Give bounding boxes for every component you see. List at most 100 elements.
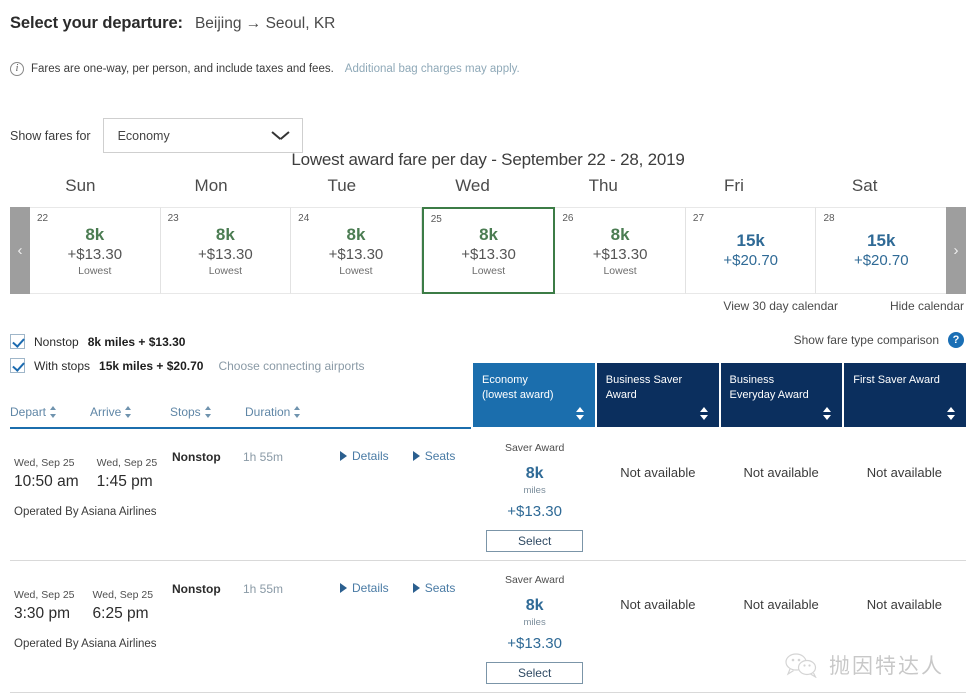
day-cash: +$13.30 — [461, 245, 516, 263]
chevron-down-icon — [273, 131, 288, 140]
cabin-select-value: Economy — [117, 128, 170, 143]
fare-column-business-saver[interactable]: Business Saver Award — [596, 363, 719, 427]
calendar-day-22[interactable]: 22 8k +$13.30 Lowest — [30, 207, 161, 294]
nonstop-checkbox[interactable] — [10, 334, 25, 349]
flight-times: Wed, Sep 25 10:50 am Wed, Sep 25 1:45 pm — [14, 456, 175, 491]
choose-connecting-airports-link[interactable]: Choose connecting airports — [218, 359, 364, 373]
calendar-cells: 22 8k +$13.30 Lowest 23 8k +$13.30 Lowes… — [30, 207, 947, 294]
select-button[interactable]: Select — [486, 530, 584, 552]
fare-column-line2: (lowest award) — [482, 388, 554, 401]
details-label: Details — [352, 449, 389, 463]
fare-comparison: Show fare type comparison ? — [794, 332, 964, 348]
sort-arrive[interactable]: Arrive — [90, 405, 170, 419]
seats-button[interactable]: Seats — [412, 449, 455, 463]
sort-icon — [204, 406, 212, 418]
calendar-day-27[interactable]: 27 15k +$20.70 — [685, 207, 817, 294]
calendar-prev-button[interactable]: ‹ — [10, 207, 30, 294]
sort-depart-label: Depart — [10, 405, 47, 419]
day-cash: +$13.30 — [328, 245, 384, 263]
filter-nonstop[interactable]: Nonstop 8k miles + $13.30 — [10, 334, 365, 349]
stop-filters: Nonstop 8k miles + $13.30 With stops 15k… — [10, 334, 365, 382]
fare-cell-business-saver: Not available — [596, 432, 719, 562]
fare-cell-business-saver: Not available — [596, 564, 719, 694]
depart-date: Wed, Sep 25 — [14, 589, 75, 601]
sort-icon — [294, 406, 301, 418]
filter-with-stops[interactable]: With stops 15k miles + $20.70 Choose con… — [10, 358, 365, 373]
dow-fri: Fri — [724, 176, 744, 195]
fare-cash: +$13.30 — [507, 503, 562, 520]
calendar-day-28[interactable]: 28 15k +$20.70 — [816, 207, 947, 294]
show-fares-for: Show fares for Economy — [10, 118, 303, 153]
help-icon[interactable]: ? — [948, 332, 964, 348]
day-cash: +$13.30 — [592, 245, 648, 263]
flight-stops: Nonstop — [172, 450, 221, 464]
sort-icon[interactable] — [575, 407, 584, 420]
watermark-text: 抛因特达人 — [829, 655, 944, 678]
sort-icon[interactable] — [947, 407, 955, 420]
details-button[interactable]: Details — [340, 581, 389, 595]
triangle-right-icon — [340, 583, 347, 593]
flight-times: Wed, Sep 25 3:30 pm Wed, Sep 25 6:25 pm — [14, 588, 171, 623]
fare-column-economy[interactable]: Economy (lowest award) — [473, 363, 595, 427]
row-divider — [10, 692, 966, 693]
fare-column-line2: Award — [605, 388, 637, 401]
calendar-day-25-selected[interactable]: 25 8k +$13.30 Lowest — [421, 207, 556, 294]
withstops-checkbox[interactable] — [10, 358, 25, 373]
sort-arrive-label: Arrive — [90, 405, 122, 419]
page-title: Select your departure: — [10, 14, 183, 32]
day-cash: +$20.70 — [853, 251, 909, 269]
view-30-day-calendar-link[interactable]: View 30 day calendar — [723, 299, 838, 313]
info-icon: i — [10, 62, 24, 76]
fare-column-first-saver[interactable]: First Saver Award — [844, 363, 966, 427]
cabin-select[interactable]: Economy — [102, 118, 303, 153]
fare-not-available: Not available — [620, 597, 696, 612]
sort-icon — [125, 406, 132, 418]
day-miles: 8k — [215, 224, 235, 244]
dow-wed: Wed — [455, 176, 490, 195]
flight-actions: Details Seats — [340, 581, 455, 595]
triangle-right-icon — [340, 451, 347, 461]
day-number: 27 — [692, 213, 705, 224]
nonstop-label: Nonstop — [34, 334, 79, 349]
sort-icon[interactable] — [699, 407, 708, 420]
calendar-day-24[interactable]: 24 8k +$13.30 Lowest — [291, 207, 422, 294]
sort-icon[interactable] — [823, 407, 832, 420]
fare-type: Saver Award — [504, 574, 565, 586]
arrive-block: Wed, Sep 25 6:25 pm — [93, 588, 154, 623]
fare-not-available: Not available — [743, 597, 819, 612]
day-miles: 8k — [479, 224, 498, 244]
flight-actions: Details Seats — [340, 449, 455, 463]
fare-not-available: Not available — [743, 465, 819, 480]
seats-button[interactable]: Seats — [412, 581, 455, 595]
calendar-day-26[interactable]: 26 8k +$13.30 Lowest — [555, 207, 686, 294]
day-miles: 8k — [610, 224, 630, 244]
calendar-day-23[interactable]: 23 8k +$13.30 Lowest — [160, 207, 292, 294]
fare-column-line1: First Saver Award — [853, 374, 940, 386]
sort-duration[interactable]: Duration — [245, 405, 301, 419]
fare-column-line1: Economy — [482, 374, 528, 386]
hide-calendar-link[interactable]: Hide calendar — [890, 299, 964, 313]
show-fare-type-comparison-link[interactable]: Show fare type comparison — [794, 333, 939, 347]
sort-stops[interactable]: Stops — [170, 405, 245, 419]
dow-thu: Thu — [588, 176, 618, 195]
fare-cell-economy: Saver Award 8k miles +$13.30 Select — [473, 432, 596, 562]
day-number: 23 — [167, 213, 179, 224]
select-button[interactable]: Select — [486, 662, 584, 684]
details-button[interactable]: Details — [340, 449, 389, 463]
fare-cell-economy: Saver Award 8k miles +$13.30 Select — [473, 564, 596, 694]
day-number: 26 — [562, 213, 574, 224]
arrive-date: Wed, Sep 25 — [96, 457, 158, 469]
fare-column-business-everyday[interactable]: Business Everyday Award — [720, 363, 843, 427]
fare-miles: 8k — [525, 465, 544, 482]
award-search-page: Select your departure: Beijing → Seoul, … — [0, 0, 976, 698]
bag-charges-link[interactable]: Additional bag charges may apply. — [345, 63, 520, 75]
day-cash: +$20.70 — [723, 251, 778, 269]
day-note: Lowest — [603, 265, 637, 278]
calendar-next-button[interactable]: › — [946, 207, 966, 294]
sort-icon — [50, 406, 57, 418]
sort-bar-underline — [10, 427, 471, 429]
calendar-dow-row: Sun Mon Tue Wed Thu Fri Sat — [15, 176, 930, 196]
depart-time: 10:50 am — [14, 472, 79, 490]
sort-depart[interactable]: Depart — [10, 405, 90, 419]
fare-cell-first-saver: Not available — [843, 432, 966, 562]
